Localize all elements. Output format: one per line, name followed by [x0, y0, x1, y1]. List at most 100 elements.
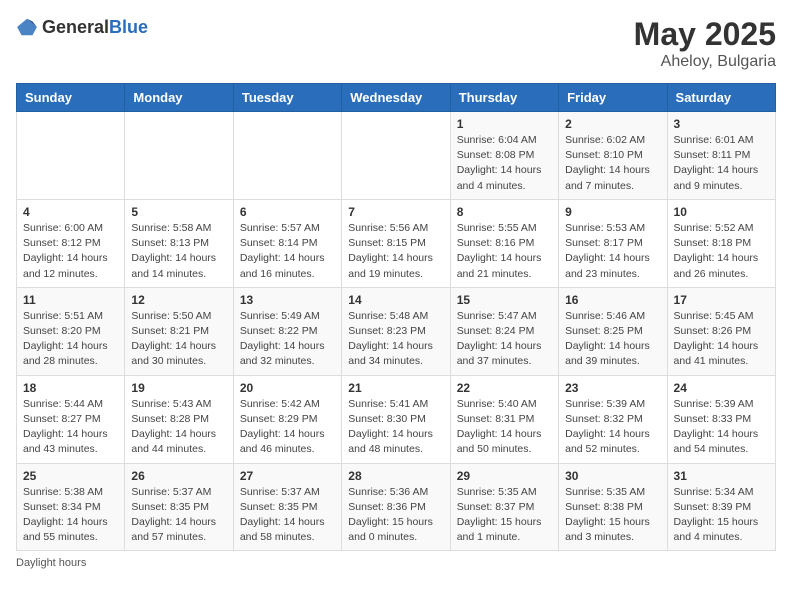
- calendar-cell: 25 Sunrise: 5:38 AM Sunset: 8:34 PM Dayli…: [17, 463, 125, 551]
- calendar-week-5: 25 Sunrise: 5:38 AM Sunset: 8:34 PM Dayli…: [17, 463, 776, 551]
- calendar-cell: 3 Sunrise: 6:01 AM Sunset: 8:11 PM Daylig…: [667, 112, 775, 200]
- calendar-header-wednesday: Wednesday: [342, 84, 450, 112]
- calendar-cell: 13Sunrise: 5:49 AM Sunset: 8:22 PM Dayli…: [233, 287, 341, 375]
- day-info: Sunrise: 5:39 AM Sunset: 8:33 PM Dayligh…: [674, 397, 769, 458]
- day-number: 12: [131, 293, 226, 307]
- logo: GeneralBlue: [16, 16, 148, 38]
- location-title: Aheloy, Bulgaria: [634, 53, 776, 71]
- day-number: 22: [457, 381, 552, 395]
- calendar-cell: 28 Sunrise: 5:36 AM Sunset: 8:36 PM Dayli…: [342, 463, 450, 551]
- day-number: 16: [565, 293, 660, 307]
- calendar-cell: 1 Sunrise: 6:04 AM Sunset: 8:08 PM Daylig…: [450, 112, 558, 200]
- calendar-cell: 6 Sunrise: 5:57 AM Sunset: 8:14 PM Daylig…: [233, 199, 341, 287]
- day-info: Sunrise: 5:51 AM Sunset: 8:20 PM Dayligh…: [23, 309, 118, 370]
- calendar-cell: 8 Sunrise: 5:55 AM Sunset: 8:16 PM Daylig…: [450, 199, 558, 287]
- title-area: May 2025 Aheloy, Bulgaria: [634, 16, 776, 71]
- day-number: 10: [674, 205, 769, 219]
- logo-blue-text: Blue: [109, 17, 148, 37]
- day-info: Sunrise: 6:02 AM Sunset: 8:10 PM Dayligh…: [565, 133, 660, 194]
- day-number: 2: [565, 117, 660, 131]
- calendar-week-3: 11 Sunrise: 5:51 AM Sunset: 8:20 PM Dayli…: [17, 287, 776, 375]
- calendar-cell: [125, 112, 233, 200]
- calendar-cell: 29 Sunrise: 5:35 AM Sunset: 8:37 PM Dayli…: [450, 463, 558, 551]
- day-info: Sunrise: 5:46 AM Sunset: 8:25 PM Dayligh…: [565, 309, 660, 370]
- day-info: Sunrise: 5:48 AM Sunset: 8:23 PM Dayligh…: [348, 309, 443, 370]
- day-number: 20: [240, 381, 335, 395]
- calendar-cell: 14 Sunrise: 5:48 AM Sunset: 8:23 PM Dayli…: [342, 287, 450, 375]
- calendar-cell: 12 Sunrise: 5:50 AM Sunset: 8:21 PM Dayli…: [125, 287, 233, 375]
- calendar-cell: 24 Sunrise: 5:39 AM Sunset: 8:33 PM Dayli…: [667, 375, 775, 463]
- day-number: 25: [23, 469, 118, 483]
- calendar-header-sunday: Sunday: [17, 84, 125, 112]
- calendar-cell: 27Sunrise: 5:37 AM Sunset: 8:35 PM Dayli…: [233, 463, 341, 551]
- calendar-cell: 7Sunrise: 5:56 AM Sunset: 8:15 PM Daylig…: [342, 199, 450, 287]
- calendar-cell: 31 Sunrise: 5:34 AM Sunset: 8:39 PM Dayli…: [667, 463, 775, 551]
- calendar-cell: 21 Sunrise: 5:41 AM Sunset: 8:30 PM Dayli…: [342, 375, 450, 463]
- calendar-cell: 19 Sunrise: 5:43 AM Sunset: 8:28 PM Dayli…: [125, 375, 233, 463]
- calendar-table: SundayMondayTuesdayWednesdayThursdayFrid…: [16, 83, 776, 551]
- calendar-header-saturday: Saturday: [667, 84, 775, 112]
- day-number: 1: [457, 117, 552, 131]
- calendar-cell: 15Sunrise: 5:47 AM Sunset: 8:24 PM Dayli…: [450, 287, 558, 375]
- day-info: Sunrise: 5:47 AM Sunset: 8:24 PM Dayligh…: [457, 309, 552, 370]
- day-info: Sunrise: 5:42 AM Sunset: 8:29 PM Dayligh…: [240, 397, 335, 458]
- day-number: 9: [565, 205, 660, 219]
- day-number: 24: [674, 381, 769, 395]
- day-info: Sunrise: 5:37 AM Sunset: 8:35 PM Dayligh…: [240, 485, 335, 546]
- day-number: 18: [23, 381, 118, 395]
- calendar-cell: 22Sunrise: 5:40 AM Sunset: 8:31 PM Dayli…: [450, 375, 558, 463]
- page-header: GeneralBlue May 2025 Aheloy, Bulgaria: [16, 16, 776, 71]
- day-number: 19: [131, 381, 226, 395]
- day-info: Sunrise: 5:38 AM Sunset: 8:34 PM Dayligh…: [23, 485, 118, 546]
- calendar-header-friday: Friday: [559, 84, 667, 112]
- calendar-header-thursday: Thursday: [450, 84, 558, 112]
- logo-general-text: General: [42, 17, 109, 37]
- calendar-cell: 4 Sunrise: 6:00 AM Sunset: 8:12 PM Daylig…: [17, 199, 125, 287]
- calendar-cell: [233, 112, 341, 200]
- day-info: Sunrise: 6:01 AM Sunset: 8:11 PM Dayligh…: [674, 133, 769, 194]
- day-number: 21: [348, 381, 443, 395]
- day-number: 4: [23, 205, 118, 219]
- day-info: Sunrise: 5:35 AM Sunset: 8:37 PM Dayligh…: [457, 485, 552, 546]
- calendar-header-row: SundayMondayTuesdayWednesdayThursdayFrid…: [17, 84, 776, 112]
- day-number: 29: [457, 469, 552, 483]
- day-info: Sunrise: 5:43 AM Sunset: 8:28 PM Dayligh…: [131, 397, 226, 458]
- day-info: Sunrise: 5:50 AM Sunset: 8:21 PM Dayligh…: [131, 309, 226, 370]
- calendar-cell: 5Sunrise: 5:58 AM Sunset: 8:13 PM Daylig…: [125, 199, 233, 287]
- day-info: Sunrise: 5:53 AM Sunset: 8:17 PM Dayligh…: [565, 221, 660, 282]
- footer-note: Daylight hours: [16, 557, 776, 569]
- calendar-cell: [17, 112, 125, 200]
- day-info: Sunrise: 5:35 AM Sunset: 8:38 PM Dayligh…: [565, 485, 660, 546]
- day-info: Sunrise: 6:04 AM Sunset: 8:08 PM Dayligh…: [457, 133, 552, 194]
- day-number: 6: [240, 205, 335, 219]
- calendar-week-1: 1 Sunrise: 6:04 AM Sunset: 8:08 PM Daylig…: [17, 112, 776, 200]
- day-info: Sunrise: 5:34 AM Sunset: 8:39 PM Dayligh…: [674, 485, 769, 546]
- calendar-cell: 23Sunrise: 5:39 AM Sunset: 8:32 PM Dayli…: [559, 375, 667, 463]
- day-number: 3: [674, 117, 769, 131]
- day-number: 8: [457, 205, 552, 219]
- calendar-header-monday: Monday: [125, 84, 233, 112]
- calendar-week-2: 4 Sunrise: 6:00 AM Sunset: 8:12 PM Daylig…: [17, 199, 776, 287]
- day-number: 30: [565, 469, 660, 483]
- calendar-cell: 16 Sunrise: 5:46 AM Sunset: 8:25 PM Dayli…: [559, 287, 667, 375]
- calendar-cell: 20 Sunrise: 5:42 AM Sunset: 8:29 PM Dayli…: [233, 375, 341, 463]
- day-info: Sunrise: 5:41 AM Sunset: 8:30 PM Dayligh…: [348, 397, 443, 458]
- calendar-header-tuesday: Tuesday: [233, 84, 341, 112]
- day-number: 11: [23, 293, 118, 307]
- day-number: 14: [348, 293, 443, 307]
- calendar-cell: 10Sunrise: 5:52 AM Sunset: 8:18 PM Dayli…: [667, 199, 775, 287]
- calendar-cell: 9 Sunrise: 5:53 AM Sunset: 8:17 PM Daylig…: [559, 199, 667, 287]
- day-number: 26: [131, 469, 226, 483]
- calendar-week-4: 18Sunrise: 5:44 AM Sunset: 8:27 PM Dayli…: [17, 375, 776, 463]
- day-number: 28: [348, 469, 443, 483]
- day-info: Sunrise: 5:36 AM Sunset: 8:36 PM Dayligh…: [348, 485, 443, 546]
- day-info: Sunrise: 6:00 AM Sunset: 8:12 PM Dayligh…: [23, 221, 118, 282]
- day-info: Sunrise: 5:55 AM Sunset: 8:16 PM Dayligh…: [457, 221, 552, 282]
- day-info: Sunrise: 5:57 AM Sunset: 8:14 PM Dayligh…: [240, 221, 335, 282]
- calendar-cell: 30 Sunrise: 5:35 AM Sunset: 8:38 PM Dayli…: [559, 463, 667, 551]
- day-number: 7: [348, 205, 443, 219]
- month-title: May 2025: [634, 16, 776, 53]
- calendar-cell: 18Sunrise: 5:44 AM Sunset: 8:27 PM Dayli…: [17, 375, 125, 463]
- day-number: 31: [674, 469, 769, 483]
- calendar-cell: 17Sunrise: 5:45 AM Sunset: 8:26 PM Dayli…: [667, 287, 775, 375]
